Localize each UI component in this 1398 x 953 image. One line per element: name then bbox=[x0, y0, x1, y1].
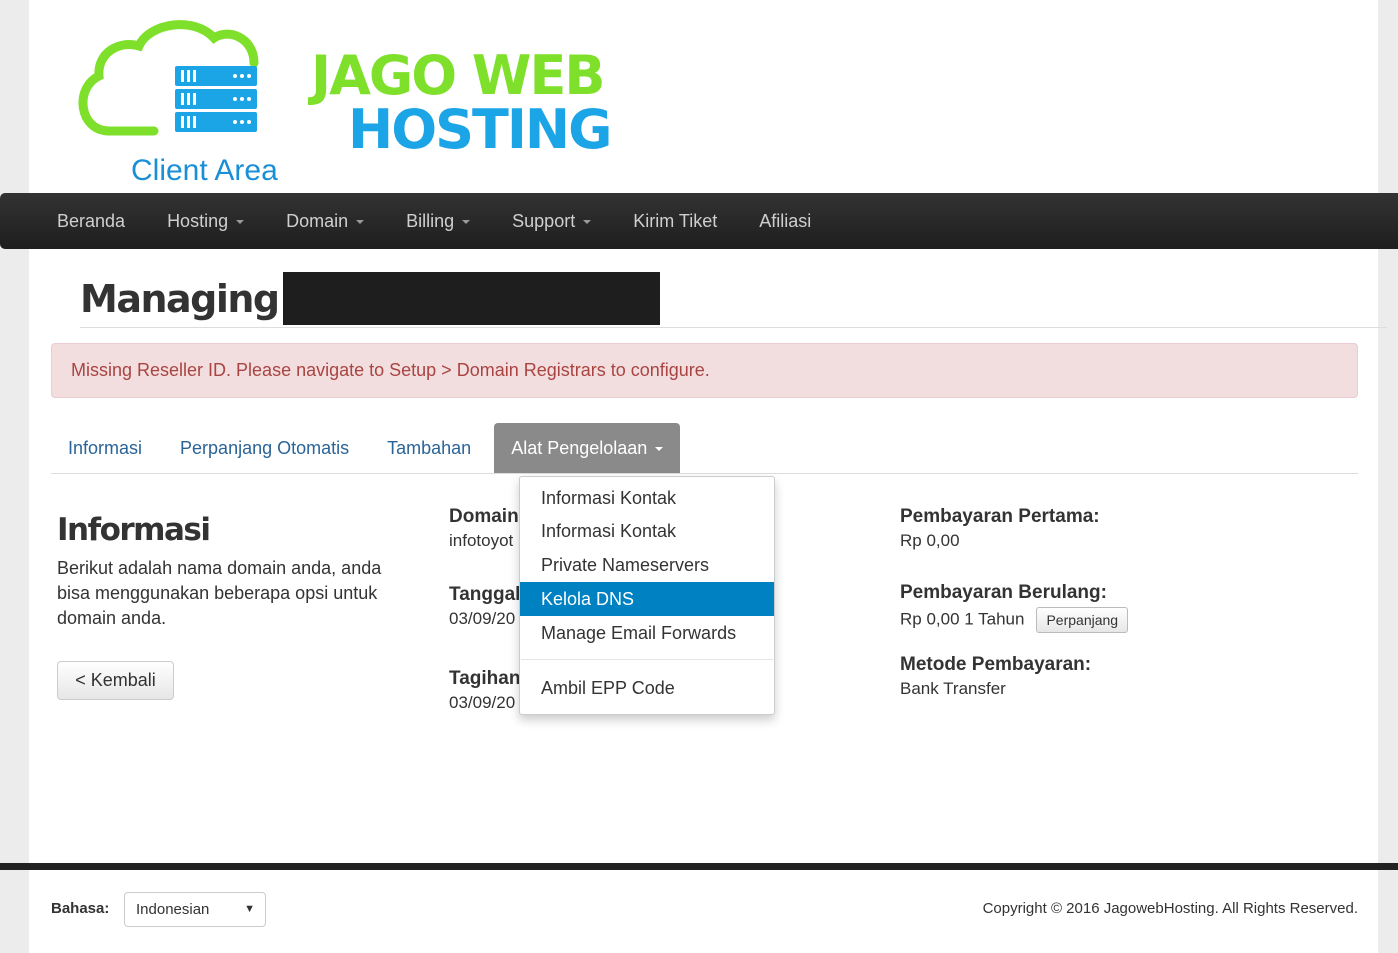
menu-item-email-forwards[interactable]: Manage Email Forwards bbox=[520, 616, 774, 650]
section-description: Berikut adalah nama domain anda, anda bi… bbox=[57, 558, 382, 628]
nav-label: Hosting bbox=[167, 210, 229, 231]
caret-down-icon bbox=[462, 220, 471, 224]
alert-message: Missing Reseller ID. Please navigate to … bbox=[71, 360, 710, 380]
nav-item-afiliasi[interactable]: Afiliasi bbox=[738, 211, 832, 232]
page-title: Managing bbox=[80, 276, 280, 321]
nav-label: Domain bbox=[286, 210, 349, 231]
nav-item-support[interactable]: Support bbox=[491, 211, 612, 232]
tab-tambahan[interactable]: Tambahan bbox=[370, 423, 488, 473]
copyright-text: Copyright © 2016 JagowebHosting. All Rig… bbox=[982, 900, 1358, 917]
tab-label: Informasi bbox=[68, 437, 143, 458]
domain-tabs: Informasi Perpanjang Otomatis Tambahan A… bbox=[51, 423, 1358, 474]
menu-divider bbox=[521, 659, 773, 660]
recurring-payment-value: Rp 0,00 1 Tahun bbox=[900, 609, 1025, 629]
domain-value: infotoyot bbox=[449, 531, 514, 550]
tab-label: Perpanjang Otomatis bbox=[180, 437, 350, 458]
management-tools-dropdown: Informasi Kontak Informasi Kontak Privat… bbox=[519, 476, 775, 715]
page-container: JAGO WEB HOSTING Client Area Managing Mi… bbox=[29, 0, 1387, 953]
domain-details: Domain infotoyot Tanggal 03/09/20 Tagiha… bbox=[449, 506, 529, 746]
dropdown-arrow-icon: ▼ bbox=[244, 903, 255, 915]
error-alert: Missing Reseller ID. Please navigate to … bbox=[51, 343, 1358, 398]
caret-down-icon bbox=[655, 447, 664, 451]
menu-item-epp-code[interactable]: Ambil EPP Code bbox=[520, 672, 774, 704]
menu-item-manage-dns[interactable]: Kelola DNS bbox=[520, 582, 774, 616]
registration-date-label: Tanggal bbox=[449, 584, 521, 605]
tab-perpanjang-otomatis[interactable]: Perpanjang Otomatis bbox=[163, 423, 366, 473]
title-divider bbox=[80, 327, 1387, 328]
caret-down-icon bbox=[583, 220, 592, 224]
section-title: Informasi bbox=[57, 512, 211, 548]
nav-item-billing[interactable]: Billing bbox=[385, 211, 491, 232]
payment-method-label: Metode Pembayaran: bbox=[900, 654, 1092, 675]
payment-details: Pembayaran Pertama: Rp 0,00 Pembayaran B… bbox=[900, 506, 1129, 730]
payment-method-value: Bank Transfer bbox=[900, 679, 1006, 698]
nav-item-kirim-tiket[interactable]: Kirim Tiket bbox=[612, 211, 738, 232]
domain-label: Domain bbox=[449, 506, 519, 527]
language-label: Bahasa: bbox=[51, 900, 110, 917]
menu-item-private-nameservers[interactable]: Private Nameservers bbox=[520, 548, 774, 582]
menu-item-contact-info[interactable]: Informasi Kontak bbox=[520, 482, 774, 514]
language-value: Indonesian bbox=[136, 901, 210, 918]
renew-button[interactable]: Perpanjang bbox=[1036, 607, 1129, 633]
tab-informasi[interactable]: Informasi bbox=[51, 423, 159, 473]
site-logo[interactable]: JAGO WEB HOSTING Client Area bbox=[69, 18, 612, 187]
brand-name-line2: HOSTING bbox=[348, 98, 612, 161]
recurring-payment-label: Pembayaran Berulang: bbox=[900, 582, 1107, 603]
due-date-label: Tagihan bbox=[449, 668, 521, 689]
first-payment-label: Pembayaran Pertama: bbox=[900, 506, 1100, 527]
caret-down-icon bbox=[356, 220, 365, 224]
language-select[interactable]: Indonesian ▼ bbox=[124, 892, 266, 927]
tab-label: Alat Pengelolaan bbox=[511, 437, 648, 458]
cloud-server-icon bbox=[78, 20, 259, 136]
nav-item-domain[interactable]: Domain bbox=[265, 211, 385, 232]
nav-label: Support bbox=[512, 210, 576, 231]
first-payment-value: Rp 0,00 bbox=[900, 531, 960, 550]
back-button[interactable]: < Kembali bbox=[57, 661, 174, 700]
logo-subtitle: Client Area bbox=[131, 154, 278, 187]
main-navbar: Beranda Hosting Domain Billing Support K… bbox=[0, 193, 1398, 249]
nav-item-beranda[interactable]: Beranda bbox=[36, 211, 146, 232]
redacted-domain-name bbox=[282, 272, 660, 325]
footer-divider bbox=[0, 863, 1398, 870]
nav-menu: Beranda Hosting Domain Billing Support K… bbox=[36, 193, 832, 249]
due-date-value: 03/09/20 bbox=[449, 693, 516, 712]
page-title-row: Managing bbox=[80, 272, 660, 325]
nav-label: Billing bbox=[406, 210, 455, 231]
nav-label: Kirim Tiket bbox=[633, 210, 718, 231]
nav-label: Beranda bbox=[57, 210, 126, 231]
menu-item-contact-info-2[interactable]: Informasi Kontak bbox=[520, 514, 774, 548]
nav-label: Afiliasi bbox=[759, 210, 812, 231]
caret-down-icon bbox=[236, 220, 245, 224]
tab-label: Tambahan bbox=[387, 437, 472, 458]
nav-item-hosting[interactable]: Hosting bbox=[146, 211, 265, 232]
tab-alat-pengelolaan[interactable]: Alat Pengelolaan bbox=[494, 423, 681, 473]
registration-date-value: 03/09/20 bbox=[449, 609, 516, 628]
